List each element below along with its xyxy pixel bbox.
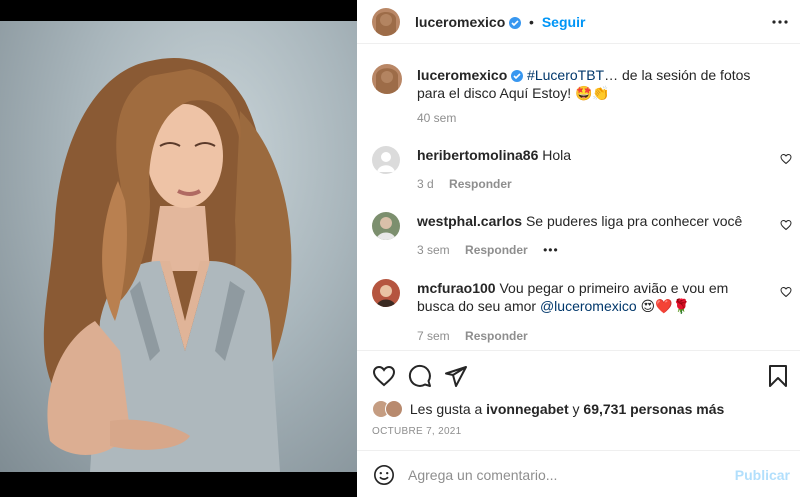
share-icon[interactable] — [444, 364, 468, 388]
commenter-avatar[interactable] — [372, 279, 400, 307]
heart-icon[interactable] — [372, 364, 396, 388]
comment-mention[interactable]: @luceromexico — [540, 298, 637, 314]
post-media — [0, 0, 357, 497]
reply-button[interactable]: Responder — [465, 243, 528, 257]
emoji-icon[interactable] — [373, 464, 395, 486]
comment-username[interactable]: westphal.carlos — [417, 213, 522, 229]
comment-time: 3 sem — [417, 243, 450, 257]
likers-avatars[interactable] — [372, 400, 404, 418]
likes-count[interactable]: 69,731 personas más — [583, 401, 724, 417]
comment-composer: Agrega un comentario... Publicar — [357, 450, 800, 497]
comment-username[interactable]: mcfurao100 — [417, 280, 496, 296]
caption-time: 40 sem — [417, 111, 457, 125]
comment-text: Se puderes liga pra conhecer você — [525, 213, 743, 229]
comment-time: 7 sem — [417, 329, 450, 343]
caption-hashtag[interactable]: #LuceroTBT — [527, 67, 604, 83]
comment-icon[interactable] — [408, 364, 432, 388]
reply-button[interactable]: Responder — [449, 177, 512, 191]
commenter-avatar[interactable] — [372, 212, 400, 240]
bookmark-icon[interactable] — [768, 364, 788, 388]
author-avatar[interactable] — [372, 8, 400, 36]
follow-button[interactable]: Seguir — [542, 14, 586, 30]
post-date[interactable]: OCTUBRE 7, 2021 — [372, 426, 462, 437]
more-icon[interactable] — [772, 14, 788, 30]
comment-emoji: 😍❤️🌹 — [640, 298, 691, 314]
post-header: luceromexico • Seguir — [357, 0, 800, 44]
comment-username[interactable]: heribertomolina86 — [417, 147, 538, 163]
verified-icon — [511, 70, 524, 82]
comment-time: 3 d — [417, 177, 434, 191]
photo-illustration — [43, 57, 292, 472]
comments-list: luceromexico #LuceroTBT… de la sesión de… — [357, 44, 800, 350]
author-avatar[interactable] — [372, 64, 402, 94]
publish-button[interactable]: Publicar — [735, 467, 790, 483]
commenter-avatar[interactable] — [372, 146, 400, 174]
comment-like-icon[interactable] — [780, 286, 792, 298]
caption-username[interactable]: luceromexico — [417, 67, 507, 83]
post-photo[interactable] — [0, 21, 357, 472]
comment-like-icon[interactable] — [780, 219, 792, 231]
reply-button[interactable]: Responder — [465, 329, 528, 343]
author-username[interactable]: luceromexico — [415, 14, 505, 30]
comment-input[interactable]: Agrega un comentario... — [408, 467, 557, 483]
likes-prefix: Les gusta a — [409, 401, 483, 417]
comment-more-icon[interactable]: ••• — [543, 243, 559, 257]
comment-like-icon[interactable] — [780, 153, 792, 165]
post-panel: luceromexico • Seguir luceromexico #Luce… — [357, 0, 800, 497]
verified-icon — [509, 17, 522, 29]
post-actions: Les gusta a ivonnegabet y 69,731 persona… — [357, 350, 800, 450]
likes-summary: Les gusta a ivonnegabet y 69,731 persona… — [372, 400, 724, 418]
likes-user[interactable]: ivonnegabet — [486, 401, 568, 417]
header-dot: • — [529, 14, 534, 30]
comment-text: Hola — [542, 147, 572, 163]
likes-joiner: y — [572, 401, 580, 417]
